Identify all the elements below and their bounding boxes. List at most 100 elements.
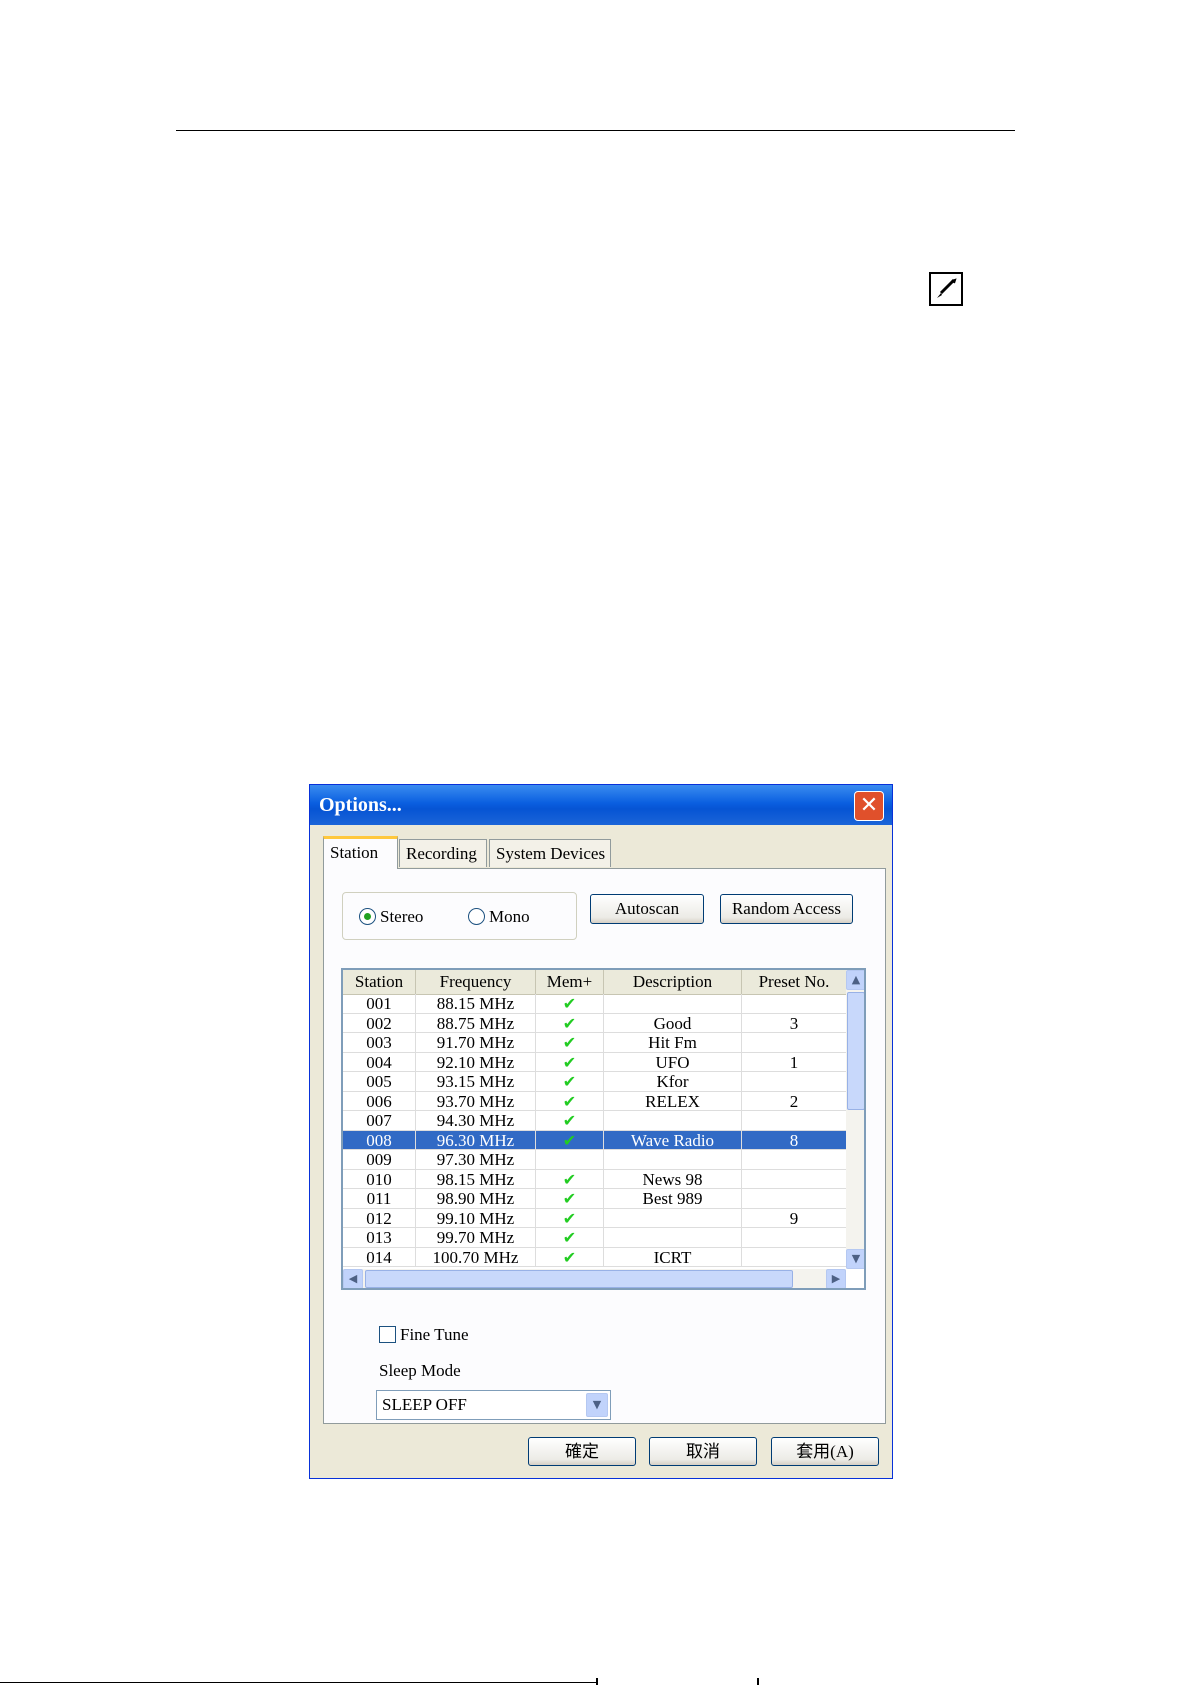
table-row[interactable]: 001 88.15 MHz ✔: [343, 994, 846, 1014]
cancel-button[interactable]: 取消: [649, 1437, 757, 1466]
table-row[interactable]: 004 92.10 MHz ✔ UFO 1: [343, 1052, 846, 1072]
cell-station: 008: [343, 1130, 416, 1150]
check-icon: ✔: [562, 1208, 577, 1228]
cell-preset: 3: [789, 1013, 799, 1033]
table-row[interactable]: 012 99.10 MHz ✔ 9: [343, 1208, 846, 1228]
check-icon: ✔: [562, 1091, 577, 1111]
cell-description: [604, 1228, 742, 1247]
scroll-left-icon[interactable]: ◀: [343, 1269, 363, 1288]
table-row[interactable]: 006 93.70 MHz ✔ RELEX 2: [343, 1091, 846, 1111]
cell-station: 006: [343, 1091, 416, 1111]
cell-description: ICRT: [604, 1247, 742, 1267]
table-row[interactable]: 010 98.15 MHz ✔ News 98: [343, 1169, 846, 1189]
cell-frequency: 92.10 MHz: [416, 1052, 536, 1072]
cell-preset: 2: [789, 1091, 799, 1111]
mem-check-icon: ✔: [536, 994, 604, 1013]
check-icon: ✔: [562, 1013, 577, 1033]
table-row[interactable]: 002 88.75 MHz ✔ Good 3: [343, 1013, 846, 1033]
sleep-mode-select[interactable]: SLEEP OFF ▼: [376, 1390, 611, 1420]
station-list[interactable]: Station Frequency Mem+ Description Prese…: [341, 968, 866, 1290]
cell-description: UFO: [604, 1052, 742, 1072]
tab-system-devices[interactable]: System Devices: [489, 839, 611, 867]
cell-frequency: 93.15 MHz: [416, 1072, 536, 1091]
cell-frequency: 93.70 MHz: [416, 1091, 536, 1111]
cell-station: 004: [343, 1052, 416, 1072]
scroll-right-icon[interactable]: ▶: [826, 1269, 846, 1288]
cell-frequency: 98.15 MHz: [416, 1169, 536, 1189]
column-header-frequency[interactable]: Frequency: [416, 970, 536, 994]
dialog-titlebar[interactable]: Options... ✕: [310, 785, 892, 825]
page-bottom-tick: [596, 1678, 598, 1685]
horizontal-scroll-thumb[interactable]: [365, 1270, 793, 1288]
sleep-mode-label: Sleep Mode: [379, 1361, 461, 1380]
tab-recording[interactable]: Recording: [399, 839, 487, 867]
scroll-down-icon[interactable]: ▼: [846, 1249, 864, 1269]
vertical-scroll-thumb[interactable]: [847, 992, 864, 1110]
table-row[interactable]: 003 91.70 MHz ✔ Hit Fm: [343, 1033, 846, 1053]
horizontal-scrollbar[interactable]: ◀ ▶: [343, 1269, 846, 1288]
fine-tune-checkbox[interactable]: Fine Tune: [379, 1325, 469, 1345]
random-access-button[interactable]: Random Access: [720, 894, 853, 924]
mem-check-icon: ✔: [536, 1033, 604, 1052]
cell-preset: [742, 1170, 846, 1189]
check-icon: ✔: [562, 1130, 577, 1150]
scroll-up-icon[interactable]: ▲: [846, 970, 864, 990]
cell-description: Wave Radio: [604, 1130, 742, 1150]
column-header-station[interactable]: Station: [343, 970, 416, 994]
column-header-description[interactable]: Description: [604, 970, 742, 994]
close-button[interactable]: ✕: [854, 791, 884, 821]
page-bottom-tick: [757, 1678, 759, 1685]
autoscan-button[interactable]: Autoscan: [590, 894, 704, 924]
mem-check-icon: ✔: [536, 1072, 604, 1091]
station-list-header: Station Frequency Mem+ Description Prese…: [343, 970, 846, 995]
table-row[interactable]: 007 94.30 MHz ✔: [343, 1111, 846, 1131]
cell-station: 009: [343, 1150, 416, 1169]
cell-preset: [742, 1072, 846, 1091]
table-row[interactable]: 005 93.15 MHz ✔ Kfor: [343, 1072, 846, 1092]
vertical-scrollbar[interactable]: ▲ ▼: [846, 970, 864, 1269]
column-header-mem[interactable]: Mem+: [536, 970, 604, 994]
ok-button[interactable]: 確定: [528, 1437, 636, 1466]
cell-frequency: 94.30 MHz: [416, 1111, 536, 1130]
column-header-preset[interactable]: Preset No.: [742, 970, 846, 994]
cell-frequency: 97.30 MHz: [416, 1150, 536, 1169]
cell-description: Best 989: [604, 1189, 742, 1208]
cell-preset: 1: [789, 1052, 799, 1072]
cell-station: 001: [343, 994, 416, 1013]
table-row[interactable]: 011 98.90 MHz ✔ Best 989: [343, 1189, 846, 1209]
mem-check-icon: ✔: [536, 1013, 604, 1033]
cell-frequency: 88.75 MHz: [416, 1013, 536, 1033]
cell-preset: [742, 1111, 846, 1130]
cell-frequency: 99.70 MHz: [416, 1228, 536, 1247]
dialog-title: Options...: [319, 794, 402, 816]
pen-icon: [929, 272, 963, 306]
check-icon: ✔: [562, 1247, 577, 1267]
apply-button[interactable]: 套用(A): [771, 1437, 879, 1466]
cell-station: 005: [343, 1072, 416, 1091]
table-row[interactable]: 014 100.70 MHz ✔ ICRT: [343, 1247, 846, 1267]
cell-preset: [742, 1189, 846, 1208]
cell-frequency: 98.90 MHz: [416, 1189, 536, 1208]
stereo-radio[interactable]: Stereo: [359, 907, 423, 927]
cell-station: 007: [343, 1111, 416, 1130]
tab-station[interactable]: Station: [323, 836, 398, 869]
cell-description: Hit Fm: [604, 1033, 742, 1052]
fine-tune-box: [379, 1326, 396, 1343]
table-row[interactable]: 013 99.70 MHz ✔: [343, 1228, 846, 1248]
check-icon: ✔: [562, 1033, 577, 1052]
stereo-label: Stereo: [380, 907, 424, 926]
cell-preset: [742, 1228, 846, 1247]
cell-frequency: 91.70 MHz: [416, 1033, 536, 1052]
table-row[interactable]: 009 97.30 MHz: [343, 1150, 846, 1170]
check-icon: ✔: [562, 1052, 577, 1072]
mem-check-icon: [536, 1150, 604, 1169]
cell-station: 003: [343, 1033, 416, 1052]
cell-station: 012: [343, 1208, 416, 1228]
table-row[interactable]: 008 96.30 MHz ✔ Wave Radio 8: [343, 1130, 846, 1150]
chevron-down-icon[interactable]: ▼: [586, 1393, 608, 1417]
cell-preset: 8: [789, 1130, 799, 1150]
stereo-radio-circle: [359, 908, 376, 925]
cell-description: Kfor: [604, 1072, 742, 1091]
mono-radio[interactable]: Mono: [468, 907, 530, 927]
check-icon: ✔: [562, 1169, 577, 1189]
